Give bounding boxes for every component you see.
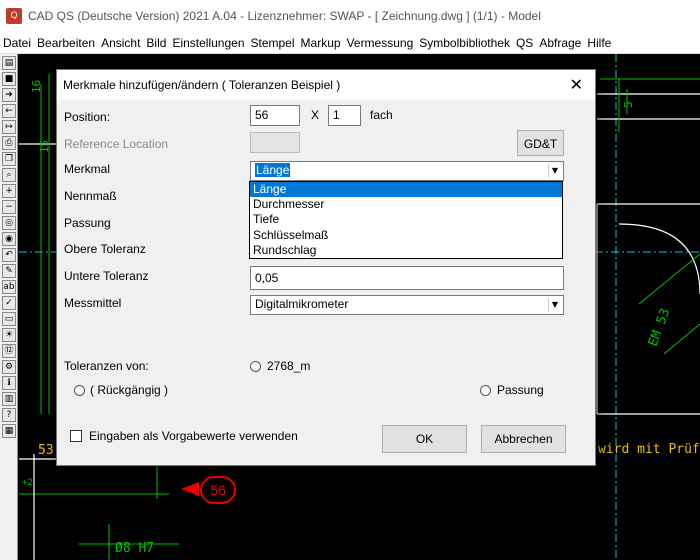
toleranzen-von-label: Toleranzen von:	[64, 359, 149, 373]
print-icon[interactable]: ⎙	[2, 136, 16, 150]
pencil-icon[interactable]: ✎	[2, 264, 16, 278]
menu-einstellungen[interactable]: Einstellungen	[169, 36, 247, 50]
messmittel-select[interactable]: Digitalmikrometer ▼	[250, 295, 564, 315]
position-marker-56[interactable]: 56	[200, 476, 236, 504]
undo-icon[interactable]: ↶	[2, 248, 16, 262]
cad-label-15: 15	[38, 139, 52, 154]
badge-icon[interactable]: ⑫	[2, 344, 16, 358]
chevron-down-icon[interactable]: ▼	[548, 298, 561, 312]
menu-qs[interactable]: QS	[513, 36, 536, 50]
check-icon[interactable]: ✓	[2, 296, 16, 310]
radio-rueckgaengig-label: ( Rückgängig )	[90, 383, 169, 397]
cad-label-d8h7: Ø8 H7	[115, 541, 155, 556]
grid-icon[interactable]: ▦	[2, 424, 16, 438]
option-durchmesser[interactable]: Durchmesser	[250, 197, 562, 212]
dialog-title-bar: Merkmale hinzufügen/ändern ( Toleranzen …	[57, 70, 595, 100]
menu-hilfe[interactable]: Hilfe	[584, 36, 614, 50]
zoom-all-icon[interactable]: ◉	[2, 232, 16, 246]
option-rundschlag[interactable]: Rundschlag	[250, 243, 562, 258]
menu-markup[interactable]: Markup	[298, 36, 344, 50]
radio-rueckgaengig[interactable]	[74, 385, 85, 396]
menu-ansicht[interactable]: Ansicht	[98, 36, 143, 50]
radio-2768-m-label: 2768_m	[267, 359, 311, 373]
marker-arrow-icon	[181, 482, 199, 496]
zoom-icon[interactable]: ⌕	[2, 168, 16, 182]
reference-location-input	[250, 132, 300, 153]
messmittel-selected-value: Digitalmikrometer	[255, 297, 349, 311]
untere-toleranz-input[interactable]: 0,05	[250, 266, 564, 290]
info-icon[interactable]: ℹ	[2, 376, 16, 390]
multiplier-input[interactable]: 1	[328, 105, 361, 126]
arrow-left-icon[interactable]: ←	[2, 104, 16, 118]
title-bar: Q CAD QS (Deutsche Version) 2021 A.04 - …	[0, 0, 700, 32]
export-icon[interactable]: ↦	[2, 120, 16, 134]
left-toolbar: ▤ ■ ➜ ← ↦ ⎙ ❐ ⌕ + − ◎ ◉ ↶ ✎ ab ✓ ▭ ☀ ⑫ ⚙…	[0, 54, 18, 560]
bulb-icon[interactable]: ☀	[2, 328, 16, 342]
merkmal-select[interactable]: Länge ▼	[250, 161, 564, 181]
radio-2768-m[interactable]	[250, 361, 261, 372]
menu-symbolbibliothek[interactable]: Symbolbibliothek	[416, 36, 513, 50]
vorgabewerte-label: Eingaben als Vorgabewerte verwenden	[89, 429, 298, 443]
merkmal-dropdown-list: Länge Durchmesser Tiefe Schlüsselmaß Run…	[249, 181, 563, 259]
cad-label-5: 5	[621, 101, 635, 108]
settings-icon[interactable]: ⚙	[2, 360, 16, 374]
merkmal-selected-value: Länge	[255, 163, 291, 177]
merkmal-label: Merkmal	[64, 162, 111, 176]
reference-location-label: Reference Location	[64, 137, 169, 151]
zoom-in-icon[interactable]: +	[2, 184, 16, 198]
position-label: Position:	[64, 110, 111, 124]
app-icon: Q	[6, 8, 22, 24]
option-laenge[interactable]: Länge	[250, 182, 562, 198]
merkmale-dialog: Merkmale hinzufügen/ändern ( Toleranzen …	[56, 69, 596, 466]
ruler-icon[interactable]: ▭	[2, 312, 16, 326]
cancel-button[interactable]: Abbrechen	[481, 425, 566, 453]
dialog-title: Merkmale hinzufügen/ändern ( Toleranzen …	[63, 78, 341, 92]
zoom-window-icon[interactable]: ◎	[2, 216, 16, 230]
menu-datei[interactable]: Datei	[0, 36, 34, 50]
untere-toleranz-label: Untere Toleranz	[64, 269, 149, 283]
save-icon[interactable]: ■	[2, 72, 16, 86]
text-icon[interactable]: ab	[2, 280, 16, 294]
arrow-right-icon[interactable]: ➜	[2, 88, 16, 102]
menu-bar: Datei Bearbeiten Ansicht Bild Einstellun…	[0, 32, 700, 54]
option-tiefe[interactable]: Tiefe	[250, 212, 562, 227]
nennmass-label: Nennmaß	[64, 189, 117, 203]
cad-label-tolerance: +2	[22, 478, 33, 488]
obere-toleranz-label: Obere Toleranz	[64, 242, 146, 256]
gdt-button[interactable]: GD&T	[517, 130, 564, 156]
open-icon[interactable]: ▤	[2, 56, 16, 70]
chevron-down-icon[interactable]: ▼	[548, 164, 561, 178]
radio-passung[interactable]	[480, 385, 491, 396]
ok-button[interactable]: OK	[382, 425, 467, 453]
vorgabewerte-checkbox[interactable]	[70, 430, 82, 442]
help-icon[interactable]: ?	[2, 408, 16, 422]
menu-stempel[interactable]: Stempel	[248, 36, 298, 50]
radio-passung-label: Passung	[497, 383, 544, 397]
zoom-out-icon[interactable]: −	[2, 200, 16, 214]
messmittel-label: Messmittel	[64, 296, 122, 310]
close-icon[interactable]: ✕	[570, 75, 583, 94]
x-label: X	[311, 108, 320, 122]
copy-icon[interactable]: ❐	[2, 152, 16, 166]
passung-label: Passung	[64, 216, 111, 230]
cad-label-wird-mit: wird mit Prüf	[598, 442, 700, 457]
position-input[interactable]: 56	[250, 105, 300, 126]
book-icon[interactable]: ▥	[2, 392, 16, 406]
window-title: CAD QS (Deutsche Version) 2021 A.04 - Li…	[28, 9, 541, 23]
option-schluesselmass[interactable]: Schlüsselmaß	[250, 228, 562, 243]
menu-vermessung[interactable]: Vermessung	[344, 36, 417, 50]
cad-label-53: 53	[38, 443, 54, 458]
menu-bearbeiten[interactable]: Bearbeiten	[34, 36, 98, 50]
cad-label-16: 16	[30, 79, 44, 94]
menu-abfrage[interactable]: Abfrage	[536, 36, 584, 50]
menu-bild[interactable]: Bild	[143, 36, 169, 50]
fach-label: fach	[370, 108, 393, 122]
